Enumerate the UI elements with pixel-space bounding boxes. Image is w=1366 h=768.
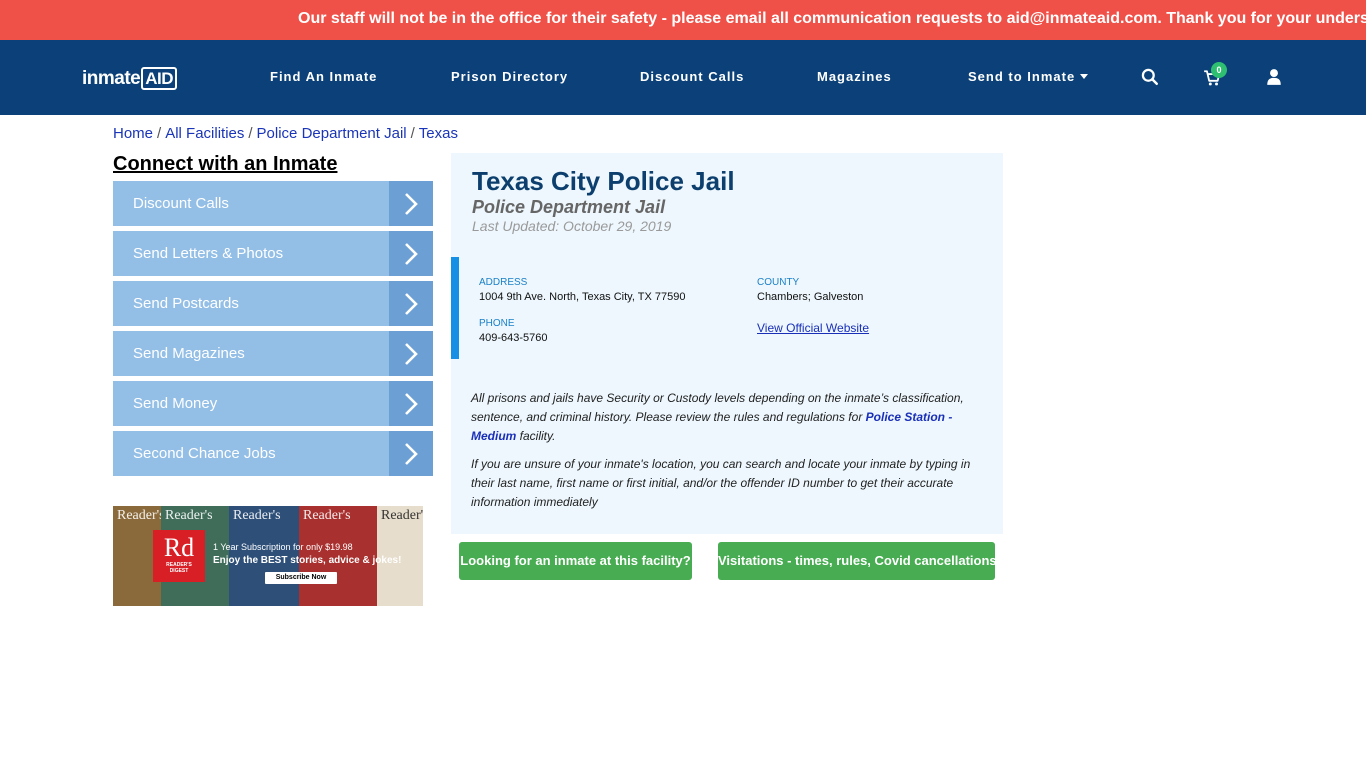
locate-inmate-paragraph: If you are unsure of your inmate's locat… (471, 457, 971, 509)
sidebar-item-label: Send Magazines (133, 345, 245, 362)
sidebar-item-label: Send Postcards (133, 295, 239, 312)
nav-find-inmate[interactable]: Find An Inmate (270, 70, 377, 84)
phone-label: PHONE (479, 318, 515, 329)
breadcrumb-separator: / (157, 125, 162, 142)
logo-text: inmate (82, 68, 141, 89)
alert-text: Our staff will not be in the office for … (298, 10, 1366, 27)
sidebar-item-send-magazines[interactable]: Send Magazines (113, 331, 433, 376)
ad-promo-tagline: Enjoy the BEST stories, advice & jokes! (213, 555, 402, 566)
visitations-button[interactable]: Visitations - times, rules, Covid cancel… (718, 542, 997, 580)
address-label: ADDRESS (479, 277, 528, 288)
user-icon[interactable] (1265, 68, 1283, 86)
sidebar-item-label: Send Money (133, 395, 218, 412)
breadcrumb-texas[interactable]: Texas (419, 125, 458, 142)
chevron-right-icon (389, 331, 433, 376)
nav-magazines[interactable]: Magazines (817, 70, 892, 84)
nav-discount-calls[interactable]: Discount Calls (640, 70, 744, 84)
ad-promo-price: 1 Year Subscription for only $19.98 (213, 542, 353, 552)
facility-type: Police Department Jail (472, 197, 666, 217)
sidebar-item-discount-calls[interactable]: Discount Calls (113, 181, 433, 226)
info-accent-bar (451, 257, 459, 359)
breadcrumb-home[interactable]: Home (113, 125, 153, 142)
breadcrumb-police-department-jail[interactable]: Police Department Jail (257, 125, 407, 142)
sidebar-item-label: Second Chance Jobs (133, 445, 276, 462)
nav-send-to-inmate-label: Send to Inmate (968, 69, 1076, 84)
chevron-right-icon (389, 181, 433, 226)
breadcrumb: Home / All Facilities / Police Department Ja… (113, 125, 458, 143)
security-levels-paragraph: All prisons and jails have Security or C… (471, 391, 964, 443)
chevron-right-icon (389, 231, 433, 276)
breadcrumb-separator: / (410, 125, 415, 142)
nav-prison-directory[interactable]: Prison Directory (451, 70, 568, 84)
subscribe-now-button[interactable]: Subscribe Now (265, 572, 337, 584)
sidebar-item-label: Discount Calls (133, 195, 229, 212)
search-icon[interactable] (1141, 68, 1159, 86)
chevron-right-icon (389, 281, 433, 326)
sidebar-item-label: Send Letters & Photos (133, 245, 284, 262)
find-inmate-at-facility-button[interactable]: Looking for an inmate at this facility? (459, 542, 692, 580)
breadcrumb-separator: / (248, 125, 253, 142)
alert-banner: Our staff will not be in the office for … (0, 0, 1366, 40)
sidebar-title: Connect with an Inmate (113, 153, 338, 175)
sidebar-item-second-chance-jobs[interactable]: Second Chance Jobs (113, 431, 433, 476)
breadcrumb-all-facilities[interactable]: All Facilities (165, 125, 244, 142)
inmateaid-logo[interactable]: inmate AID (82, 67, 178, 90)
county-value: Chambers; Galveston (757, 291, 864, 303)
cart-count-badge: 0 (1211, 62, 1227, 78)
phone-value: 409-643-5760 (479, 332, 548, 344)
sidebar-item-send-postcards[interactable]: Send Postcards (113, 281, 433, 326)
chevron-down-icon (1080, 74, 1089, 80)
chevron-right-icon (389, 431, 433, 476)
main-navbar: inmate AID Find An Inmate Prison Director… (0, 40, 1366, 115)
nav-send-to-inmate[interactable]: Send to Inmate (968, 69, 1089, 84)
chevron-right-icon (389, 381, 433, 426)
last-updated: Last Updated: October 29, 2019 (472, 218, 672, 234)
readers-digest-ad[interactable]: Reader's Reader's Reader's Reader's Read… (113, 506, 423, 606)
facility-name: Texas City Police Jail (472, 166, 735, 196)
logo-aid-text: AID (141, 67, 178, 90)
address-value: 1004 9th Ave. North, Texas City, TX 7759… (479, 291, 686, 303)
readers-digest-logo: Rd READER'S DIGEST (153, 530, 205, 582)
official-website-link[interactable]: View Official Website (757, 321, 869, 335)
county-label: COUNTY (757, 277, 800, 288)
sidebar-item-send-letters-photos[interactable]: Send Letters & Photos (113, 231, 433, 276)
sidebar-item-send-money[interactable]: Send Money (113, 381, 433, 426)
